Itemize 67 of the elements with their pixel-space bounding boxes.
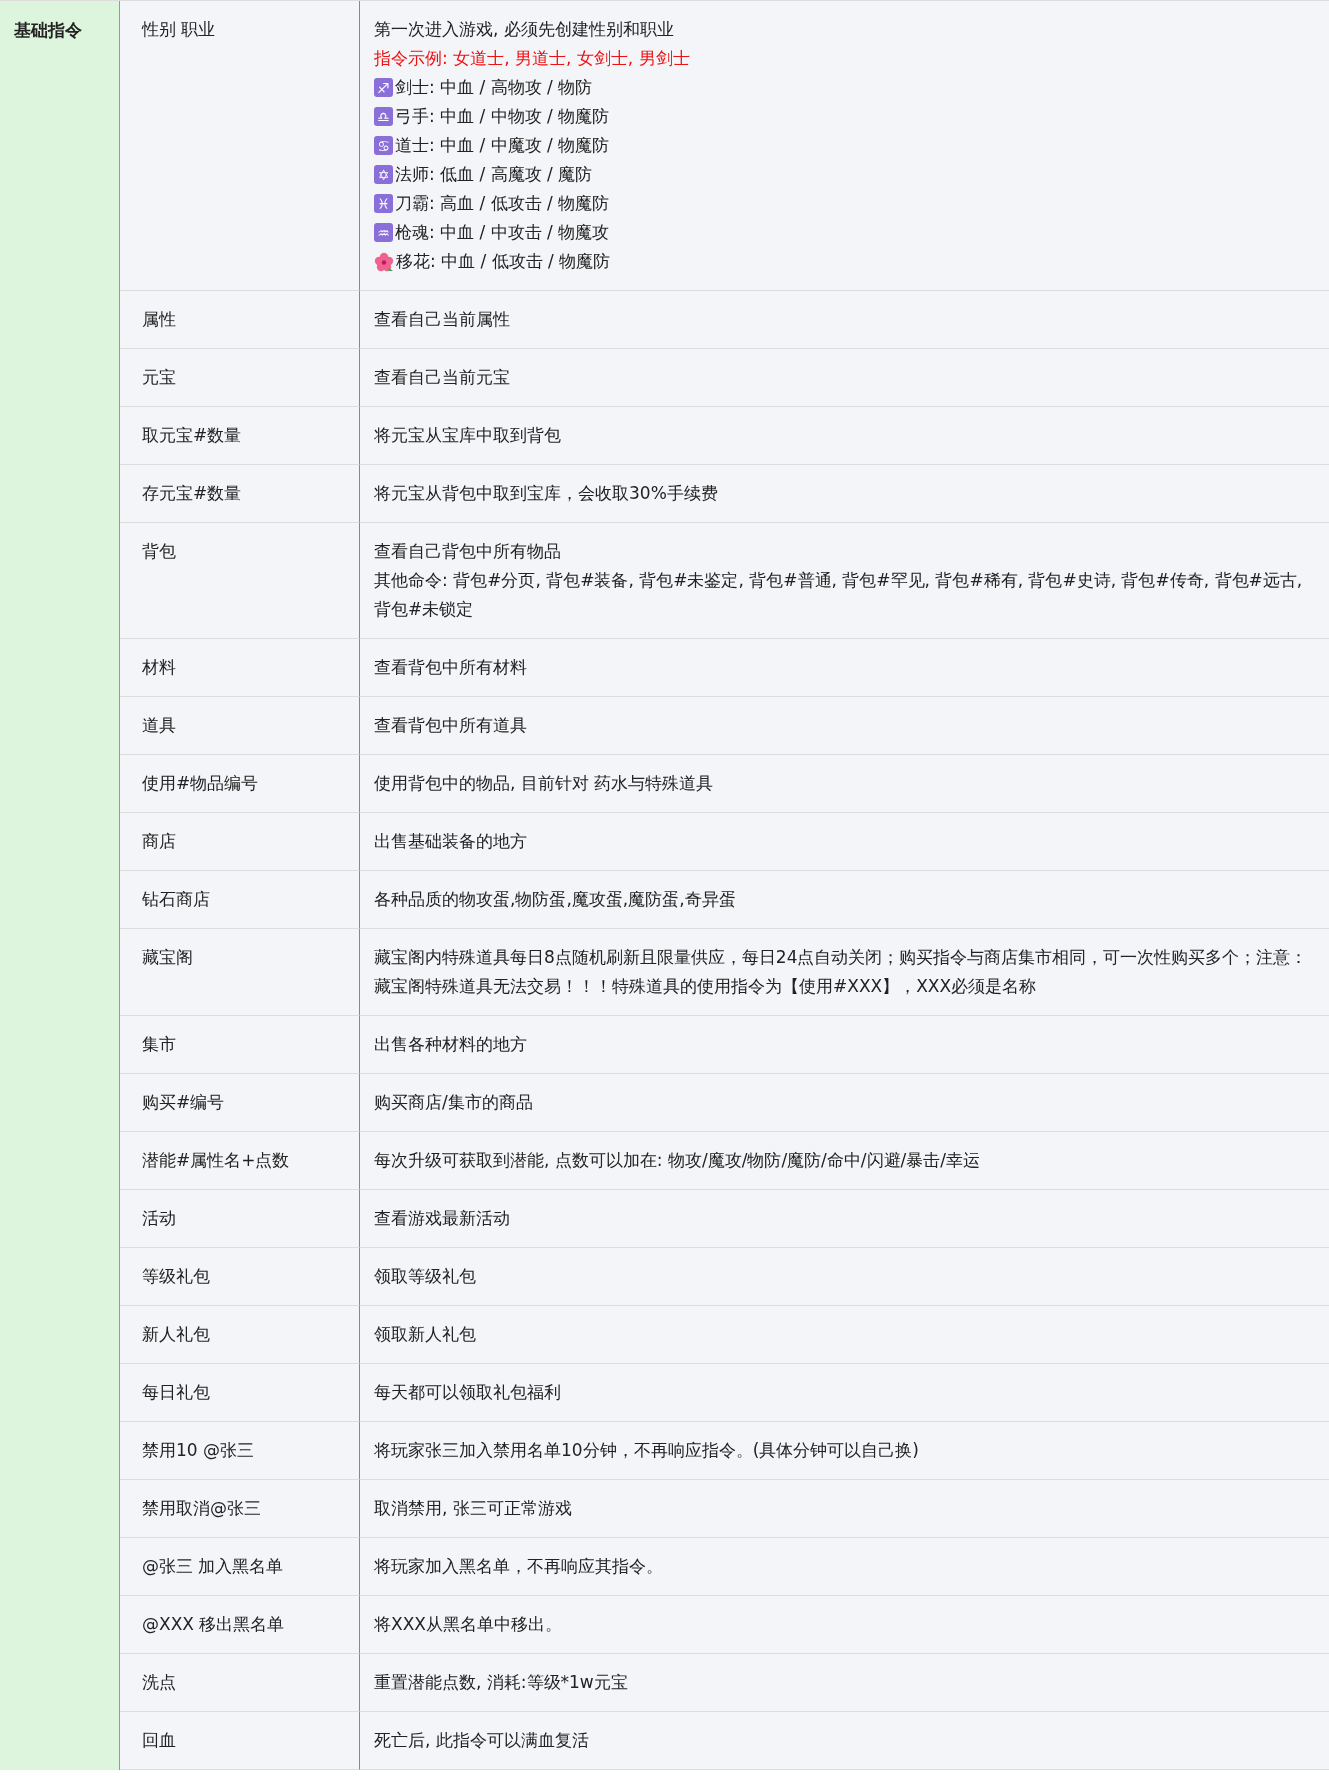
command-text: 藏宝阁 — [142, 947, 193, 967]
command-text: 禁用取消@张三 — [142, 1498, 261, 1518]
description-text: 查看游戏最新活动 — [374, 1207, 511, 1230]
command-text: 等级礼包 — [142, 1266, 210, 1286]
command-text: 属性 — [142, 309, 176, 329]
class-stats-text: 移花: 中血 / 低攻击 / 物魔防 — [396, 250, 611, 273]
command-text: 回血 — [142, 1730, 176, 1750]
command-text: 禁用10 @张三 — [142, 1440, 255, 1460]
example-text: 指令示例: 女道士, 男道士, 女剑士, 男剑士 — [374, 47, 691, 70]
command-text: 购买#编号 — [142, 1092, 225, 1112]
description-text: 每天都可以领取礼包福利 — [374, 1381, 562, 1404]
description-text: 取消禁用, 张三可正常游戏 — [374, 1497, 573, 1520]
command-text: 存元宝#数量 — [142, 483, 242, 503]
flower-icon — [374, 251, 394, 272]
description-text: 其他命令: 背包#分页, 背包#装备, 背包#未鉴定, 背包#普通, 背包#罕见, 背包#稀有, 背包#史诗, 背包#传奇, 背包#远古, 背包#未锁定 — [374, 569, 1304, 621]
zodiac-icon: ♒ — [374, 223, 393, 242]
description-text: 查看自己当前属性 — [374, 308, 511, 331]
command-text: 背包 — [142, 541, 176, 561]
description-text: 出售基础装备的地方 — [374, 830, 528, 853]
class-stats-text: 法师: 低血 / 高魔攻 / 魔防 — [395, 163, 593, 186]
description-text: 第一次进入游戏, 必须先创建性别和职业 — [374, 18, 675, 41]
description-text: 查看背包中所有道具 — [374, 714, 528, 737]
description-text: 将玩家张三加入禁用名单10分钟，不再响应指令。(具体分钟可以自己换) — [374, 1439, 920, 1462]
description-text: 每次升级可获取到潜能, 点数可以加在: 物攻/魔攻/物防/魔防/命中/闪避/暴击/幸运 — [374, 1149, 982, 1172]
command-text: @张三 加入黑名单 — [142, 1556, 284, 1576]
command-text: 材料 — [142, 657, 176, 677]
command-text: 潜能#属性名+点数 — [142, 1150, 290, 1170]
description-text: 重置潜能点数, 消耗:等级*1w元宝 — [374, 1671, 629, 1694]
description-text: 查看背包中所有材料 — [374, 656, 528, 679]
command-text: @XXX 移出黑名单 — [142, 1614, 285, 1634]
category-label: 基础指令 — [14, 20, 82, 40]
command-text: 洗点 — [142, 1672, 176, 1692]
zodiac-icon: ♋ — [374, 136, 393, 155]
class-stats-text: 弓手: 中血 / 中物攻 / 物魔防 — [395, 105, 610, 128]
command-text: 钻石商店 — [142, 889, 210, 909]
command-text: 活动 — [142, 1208, 176, 1228]
command-text: 使用#物品编号 — [142, 773, 259, 793]
command-text: 新人礼包 — [142, 1324, 210, 1344]
command-text: 每日礼包 — [142, 1382, 210, 1402]
description-text: 各种品质的物攻蛋,物防蛋,魔攻蛋,魔防蛋,奇异蛋 — [374, 888, 737, 911]
class-stats-text: 剑士: 中血 / 高物攻 / 物防 — [395, 76, 593, 99]
class-stats-text: 枪魂: 中血 / 中攻击 / 物魔攻 — [395, 221, 610, 244]
description-text: 查看自己当前元宝 — [374, 366, 511, 389]
zodiac-icon: ✡ — [374, 165, 393, 184]
class-stats-text: 刀霸: 高血 / 低攻击 / 物魔防 — [395, 192, 610, 215]
description-text: 藏宝阁内特殊道具每日8点随机刷新且限量供应，每日24点自动关闭；购买指令与商店集市相同，可一次性购买多个；注意：藏宝阁特殊道具无法交易！！！特殊道具的使用指令为【使用#XXX】，XXX必须是名称 — [374, 946, 1309, 998]
description-text: 将XXX从黑名单中移出。 — [374, 1613, 563, 1636]
zodiac-icon: ♓ — [374, 194, 393, 213]
zodiac-icon: ♎ — [374, 107, 393, 126]
command-text: 商店 — [142, 831, 176, 851]
class-stats-text: 道士: 中血 / 中魔攻 / 物魔防 — [395, 134, 610, 157]
zodiac-icon: ♐ — [374, 78, 393, 97]
command-text: 性别 职业 — [142, 19, 216, 39]
description-text: 领取等级礼包 — [374, 1265, 477, 1288]
command-text: 道具 — [142, 715, 176, 735]
description-text: 将玩家加入黑名单，不再响应其指令。 — [374, 1555, 664, 1578]
description-text: 使用背包中的物品, 目前针对 药水与特殊道具 — [374, 772, 715, 795]
description-text: 领取新人礼包 — [374, 1323, 477, 1346]
description-text: 出售各种材料的地方 — [374, 1033, 528, 1056]
description-text: 死亡后, 此指令可以满血复活 — [374, 1729, 590, 1752]
description-text: 将元宝从宝库中取到背包 — [374, 424, 562, 447]
command-text: 取元宝#数量 — [142, 425, 242, 445]
command-text: 元宝 — [142, 367, 176, 387]
command-text: 集市 — [142, 1034, 176, 1054]
description-text: 购买商店/集市的商品 — [374, 1091, 534, 1114]
description-text: 将元宝从背包中取到宝库，会收取30%手续费 — [374, 482, 719, 505]
description-text: 查看自己背包中所有物品 — [374, 540, 562, 563]
